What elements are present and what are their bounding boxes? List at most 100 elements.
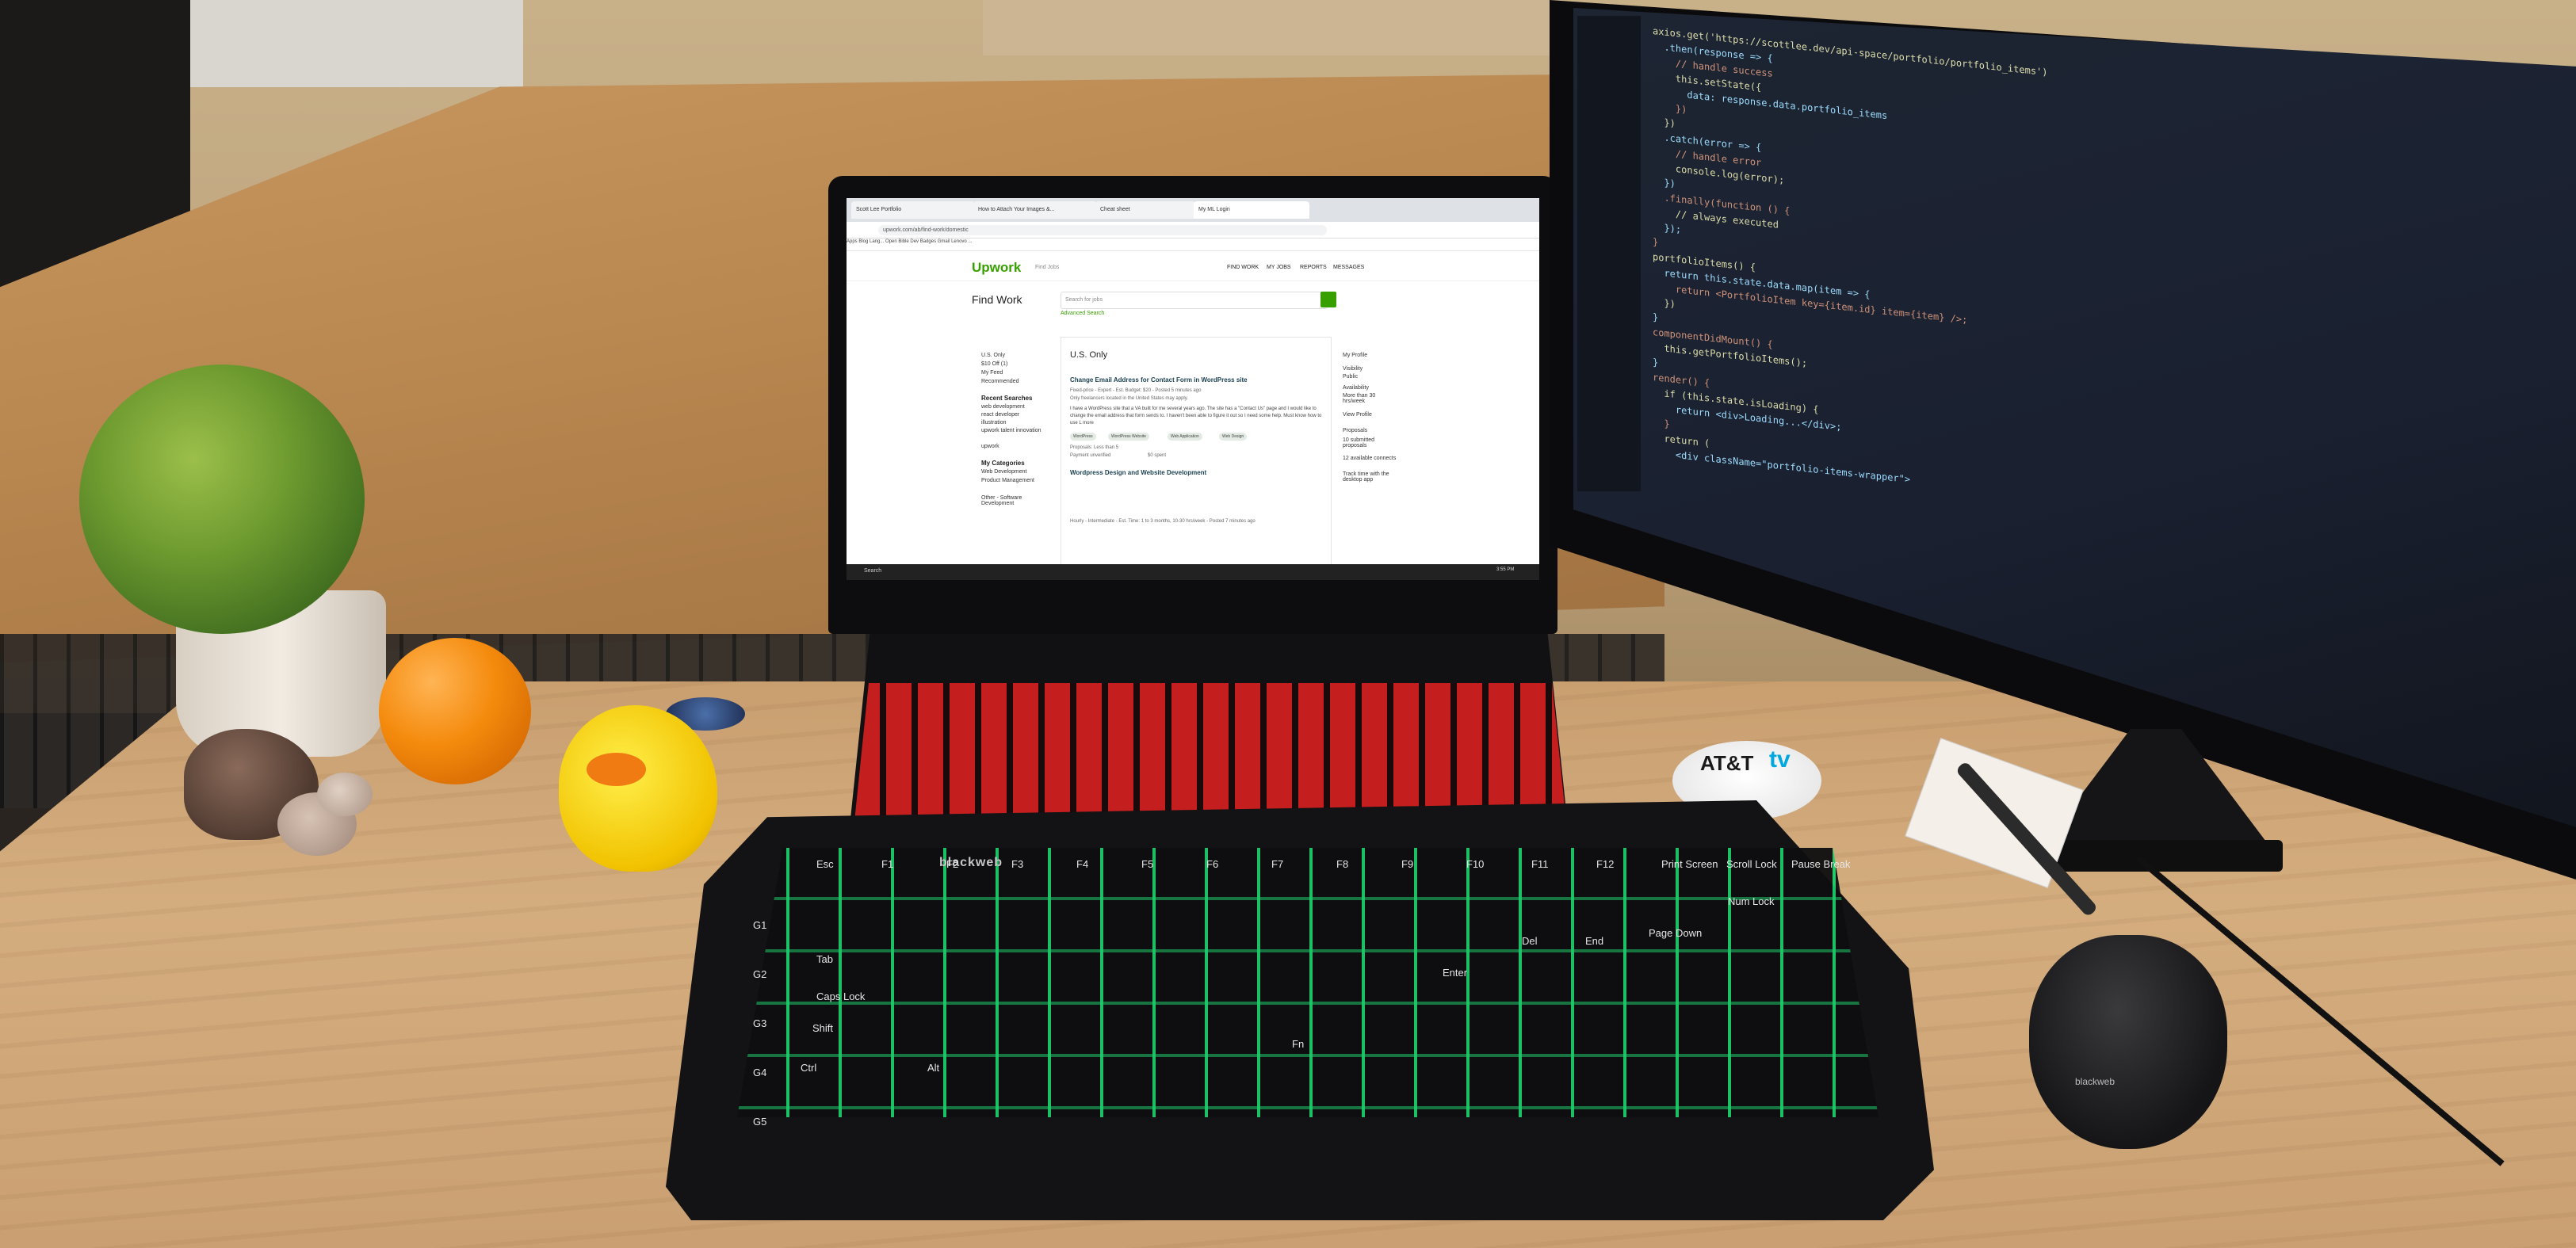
laptop-red-keyboard bbox=[854, 683, 1566, 822]
key-label[interactable]: F1 bbox=[881, 858, 893, 870]
category-item[interactable]: Web Development bbox=[981, 469, 1026, 475]
connects-count: 12 available connects bbox=[1343, 456, 1397, 461]
key-label[interactable]: G3 bbox=[753, 1017, 766, 1029]
key-label[interactable]: Scroll Lock bbox=[1726, 858, 1777, 870]
recent-search[interactable]: upwork bbox=[981, 444, 999, 449]
att-tv-logo: tv bbox=[1769, 746, 1791, 773]
availability-value[interactable]: More than 30 hrs/week bbox=[1343, 393, 1398, 404]
key-label[interactable]: Caps Lock bbox=[816, 990, 865, 1002]
search-jobs-input[interactable]: Search for jobs bbox=[1061, 292, 1328, 309]
recent-search[interactable]: web development bbox=[981, 404, 1025, 410]
key-label[interactable]: F10 bbox=[1466, 858, 1484, 870]
orange-fruit bbox=[379, 638, 531, 784]
availability-label: Availability bbox=[1343, 385, 1369, 391]
job-proposals: Proposals: Less than 5 bbox=[1070, 445, 1119, 450]
key-label[interactable]: F8 bbox=[1336, 858, 1348, 870]
job-title[interactable]: Change Email Address for Contact Form in… bbox=[1070, 376, 1324, 384]
computer-mouse[interactable] bbox=[2029, 935, 2227, 1149]
skill-chip[interactable]: Web Application bbox=[1168, 433, 1202, 441]
att-logo-text: AT&T bbox=[1700, 751, 1754, 775]
key-label[interactable]: End bbox=[1585, 935, 1603, 947]
key-label[interactable]: F3 bbox=[1011, 858, 1023, 870]
recent-searches-heading: Recent Searches bbox=[981, 395, 1033, 402]
key-label[interactable]: Fn bbox=[1292, 1038, 1304, 1050]
topiary-plant bbox=[79, 364, 365, 634]
sidebar-item-my-feed[interactable]: My Feed bbox=[981, 370, 1003, 376]
job-title[interactable]: Wordpress Design and Website Development bbox=[1070, 469, 1324, 476]
seashell-small bbox=[317, 773, 373, 816]
key-label[interactable]: Esc bbox=[816, 858, 834, 870]
submitted-proposals[interactable]: 10 submitted proposals bbox=[1343, 437, 1398, 448]
browser-tab[interactable]: Scott Lee Portfolio bbox=[851, 201, 975, 219]
key-label[interactable]: G4 bbox=[753, 1067, 766, 1078]
track-time-link[interactable]: Track time with the desktop app bbox=[1343, 471, 1406, 483]
key-label[interactable]: Tab bbox=[816, 953, 833, 965]
sidebar-item-us-only[interactable]: U.S. Only bbox=[981, 353, 1005, 358]
key-label[interactable]: F2 bbox=[946, 858, 958, 870]
skill-chip[interactable]: Web Design bbox=[1219, 433, 1248, 441]
recent-search[interactable]: upwork talent innovation bbox=[981, 428, 1053, 433]
search-button[interactable] bbox=[1320, 292, 1336, 307]
key-label[interactable]: Ctrl bbox=[801, 1062, 816, 1074]
code-editor[interactable]: axios.get('https://scottlee.dev/api-spac… bbox=[1653, 24, 2048, 502]
browser-tabstrip: Scott Lee Portfolio How to Attach Your I… bbox=[847, 198, 1539, 222]
upwork-search-input[interactable]: Find Jobs bbox=[1035, 265, 1099, 274]
key-label[interactable]: G5 bbox=[753, 1116, 766, 1128]
key-label[interactable]: G1 bbox=[753, 919, 766, 931]
key-label[interactable]: F7 bbox=[1271, 858, 1283, 870]
laptop-screen: Scott Lee Portfolio How to Attach Your I… bbox=[847, 198, 1539, 580]
skill-chip[interactable]: WordPress bbox=[1070, 433, 1096, 441]
category-item[interactable]: Other - Software Development bbox=[981, 495, 1045, 506]
windows-taskbar bbox=[847, 564, 1539, 580]
key-label[interactable]: Pause Break bbox=[1791, 858, 1850, 870]
key-label[interactable]: Enter bbox=[1443, 967, 1467, 979]
background-cabinet bbox=[983, 0, 1554, 55]
url-field[interactable]: upwork.com/ab/find-work/domestic bbox=[878, 225, 1327, 235]
key-label[interactable]: Alt bbox=[927, 1062, 939, 1074]
skill-chip[interactable]: WordPress Website bbox=[1108, 433, 1149, 441]
rubber-duck-beak bbox=[587, 753, 646, 786]
key-label[interactable]: Num Lock bbox=[1728, 895, 1775, 907]
recent-search[interactable]: illustration bbox=[981, 420, 1007, 426]
my-profile-link[interactable]: My Profile bbox=[1343, 353, 1367, 358]
key-label[interactable]: F11 bbox=[1531, 858, 1548, 870]
key-label[interactable]: Page Down bbox=[1649, 927, 1702, 939]
advanced-search-link[interactable]: Advanced Search bbox=[1061, 311, 1104, 316]
browser-tab[interactable]: How to Attach Your Images &... bbox=[973, 201, 1097, 219]
vscode-sidebar bbox=[1577, 16, 1641, 491]
taskbar-search[interactable]: Search bbox=[864, 568, 881, 574]
visibility-value[interactable]: Public bbox=[1343, 374, 1358, 380]
nav-my-jobs[interactable]: MY JOBS bbox=[1267, 265, 1291, 270]
client-spent: $0 spent bbox=[1148, 453, 1167, 458]
category-item[interactable]: Product Management bbox=[981, 478, 1045, 483]
bookmarks-bar[interactable]: Apps Blog Lang... Open Bible Dev Badges … bbox=[847, 239, 1539, 251]
visibility-label: Visibility bbox=[1343, 366, 1363, 372]
key-label[interactable]: G2 bbox=[753, 968, 766, 980]
background-floor bbox=[190, 0, 523, 87]
key-label[interactable]: F6 bbox=[1206, 858, 1218, 870]
key-label[interactable]: F5 bbox=[1141, 858, 1153, 870]
sidebar-item-recommended[interactable]: Recommended bbox=[981, 379, 1019, 384]
job-meta: Fixed-price - Expert - Est. Budget: $20 … bbox=[1070, 388, 1202, 393]
key-label[interactable]: Del bbox=[1522, 935, 1538, 947]
recent-search[interactable]: react developer bbox=[981, 412, 1019, 418]
key-label[interactable]: Print Screen bbox=[1661, 858, 1718, 870]
keyboard-key-rows bbox=[737, 848, 1878, 1117]
key-label[interactable]: F12 bbox=[1596, 858, 1614, 870]
browser-tab[interactable]: Cheat sheet bbox=[1095, 201, 1195, 219]
monitor-base bbox=[2053, 840, 2283, 872]
job-location-note: Only freelancers located in the United S… bbox=[1070, 396, 1188, 401]
key-label[interactable]: F4 bbox=[1076, 858, 1088, 870]
mouse-brand: blackweb bbox=[2075, 1076, 2115, 1087]
view-profile-link[interactable]: View Profile bbox=[1343, 412, 1372, 418]
key-label[interactable]: Shift bbox=[812, 1022, 833, 1034]
nav-find-work[interactable]: FIND WORK bbox=[1227, 265, 1259, 270]
sidebar-item[interactable]: $10 Off (1) bbox=[981, 361, 1007, 367]
job-feed-card bbox=[1061, 337, 1332, 580]
upwork-logo[interactable]: Upwork bbox=[972, 260, 1021, 276]
browser-tab-active[interactable]: My ML Login bbox=[1194, 201, 1309, 219]
nav-messages[interactable]: MESSAGES bbox=[1333, 265, 1364, 270]
feed-title: U.S. Only bbox=[1070, 350, 1108, 360]
key-label[interactable]: F9 bbox=[1401, 858, 1413, 870]
nav-reports[interactable]: REPORTS bbox=[1300, 265, 1327, 270]
